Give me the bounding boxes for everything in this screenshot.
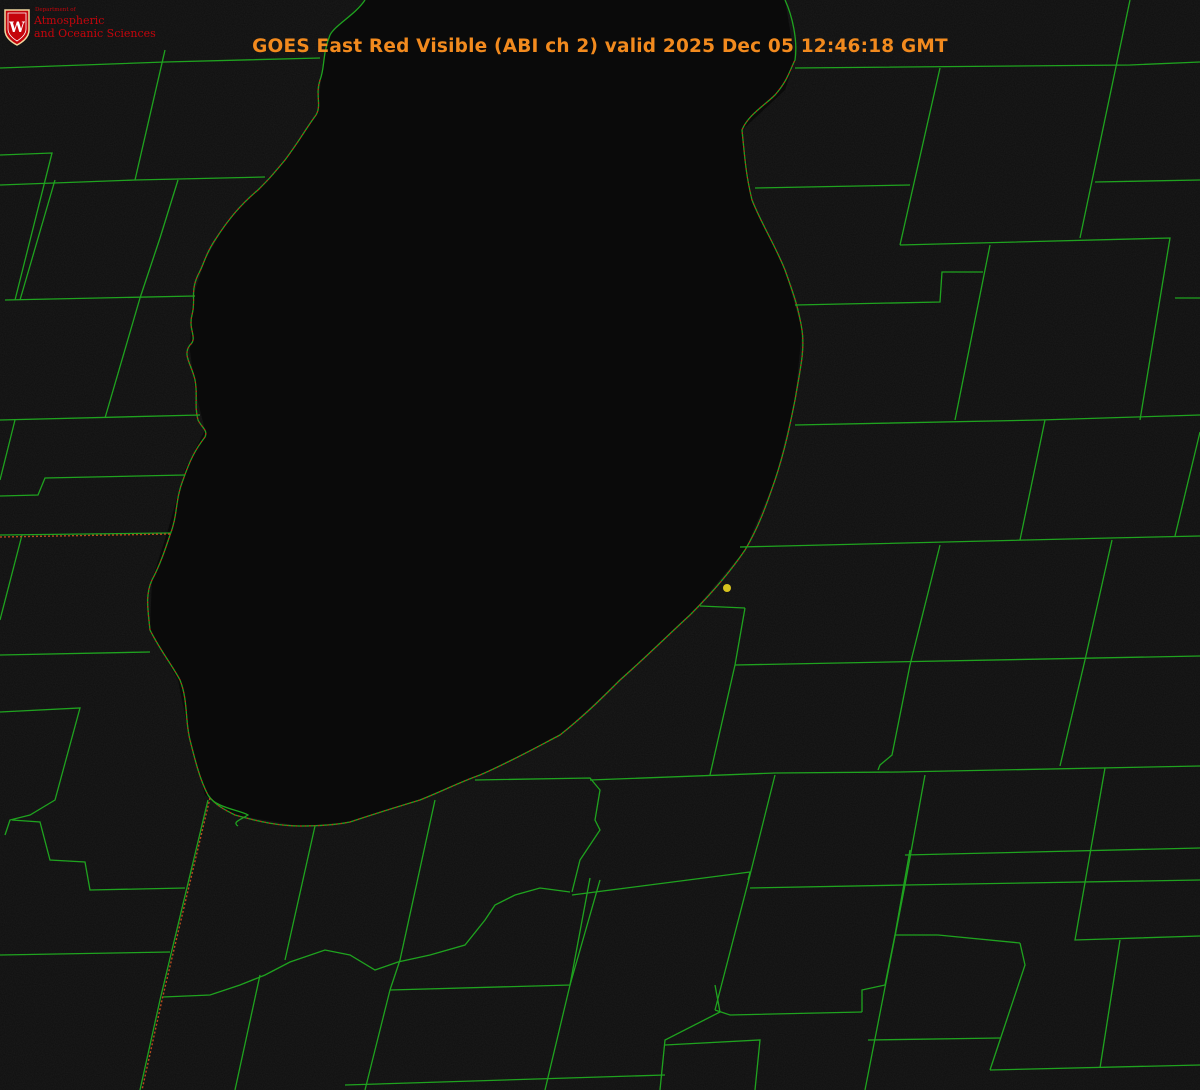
- logo-line-1: Atmospheric: [34, 14, 105, 27]
- logo-department-text: Department of: [35, 7, 76, 13]
- image-title: GOES East Red Visible (ABI ch 2) valid 2…: [252, 36, 948, 57]
- satellite-map: [0, 0, 1200, 1090]
- emblem-letter: W: [8, 20, 25, 36]
- satellite-image-viewer: W Department of Atmospheric and Oceanic …: [0, 0, 1200, 1090]
- location-marker[interactable]: [723, 584, 731, 592]
